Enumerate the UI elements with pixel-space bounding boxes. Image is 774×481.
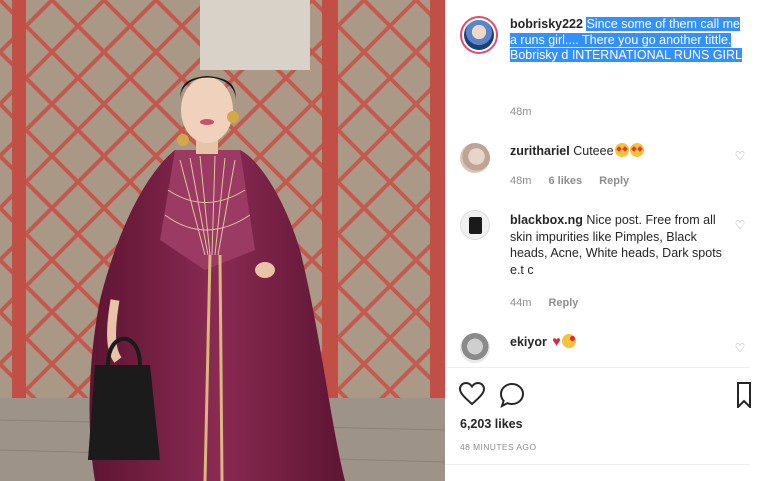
comment-username-link[interactable]: ekiyor xyxy=(510,335,547,349)
caption-meta: 48m xyxy=(510,106,545,118)
commenter-avatar-blackbox[interactable] xyxy=(460,210,490,240)
comment-blackbox: blackbox.ng Nice post. Free from all ski… xyxy=(510,212,730,278)
product-box-icon xyxy=(469,217,482,234)
comment-time[interactable]: 48m xyxy=(510,175,531,187)
comment-likes[interactable]: 6 likes xyxy=(548,175,582,187)
comment-username-link[interactable]: blackbox.ng xyxy=(510,213,583,227)
author-username-link[interactable]: bobrisky222 xyxy=(510,17,583,31)
footer-divider xyxy=(445,464,750,465)
commenter-avatar-zuritharieI[interactable] xyxy=(460,143,490,173)
comment-username-link[interactable]: zuritharieI xyxy=(510,144,570,158)
kissing-face-emoji xyxy=(561,334,576,348)
likes-count[interactable]: 6,203 likes xyxy=(460,417,523,431)
comment-bubble-icon[interactable] xyxy=(499,382,525,408)
comment-ekiyor: ekiyor ♥ xyxy=(510,334,730,351)
post-photo-image xyxy=(0,0,445,481)
reply-button[interactable]: Reply xyxy=(599,175,629,187)
post-caption: bobrisky222 Since some of them call me a… xyxy=(510,17,750,64)
small-heart-icon[interactable]: ♡ xyxy=(734,342,746,354)
small-heart-icon[interactable]: ♡ xyxy=(734,219,746,231)
actions-divider xyxy=(445,367,750,368)
comment-zuritharieI: zuritharieI Cuteee xyxy=(510,143,730,160)
caption-time[interactable]: 48m xyxy=(510,106,531,118)
star-struck-emoji xyxy=(614,143,629,157)
comment-meta: 48m 6 likes Reply xyxy=(510,175,643,187)
small-heart-icon[interactable]: ♡ xyxy=(734,150,746,162)
red-heart-emoji: ♥ xyxy=(552,333,561,349)
author-avatar[interactable] xyxy=(460,16,498,54)
post-timestamp[interactable]: 48 MINUTES AGO xyxy=(460,442,536,452)
comment-text: Cuteee xyxy=(573,144,614,158)
comment-time[interactable]: 44m xyxy=(510,297,531,309)
star-struck-emoji xyxy=(629,143,644,157)
comment-meta: 44m Reply xyxy=(510,297,592,309)
heart-outline-icon[interactable] xyxy=(459,382,485,406)
post-photo[interactable] xyxy=(0,0,445,481)
post-details-panel: bobrisky222 Since some of them call me a… xyxy=(445,0,774,481)
bookmark-icon[interactable] xyxy=(737,382,751,408)
author-avatar-image xyxy=(464,20,494,50)
commenter-avatar-ekiyor[interactable] xyxy=(460,333,490,363)
reply-button[interactable]: Reply xyxy=(548,297,578,309)
